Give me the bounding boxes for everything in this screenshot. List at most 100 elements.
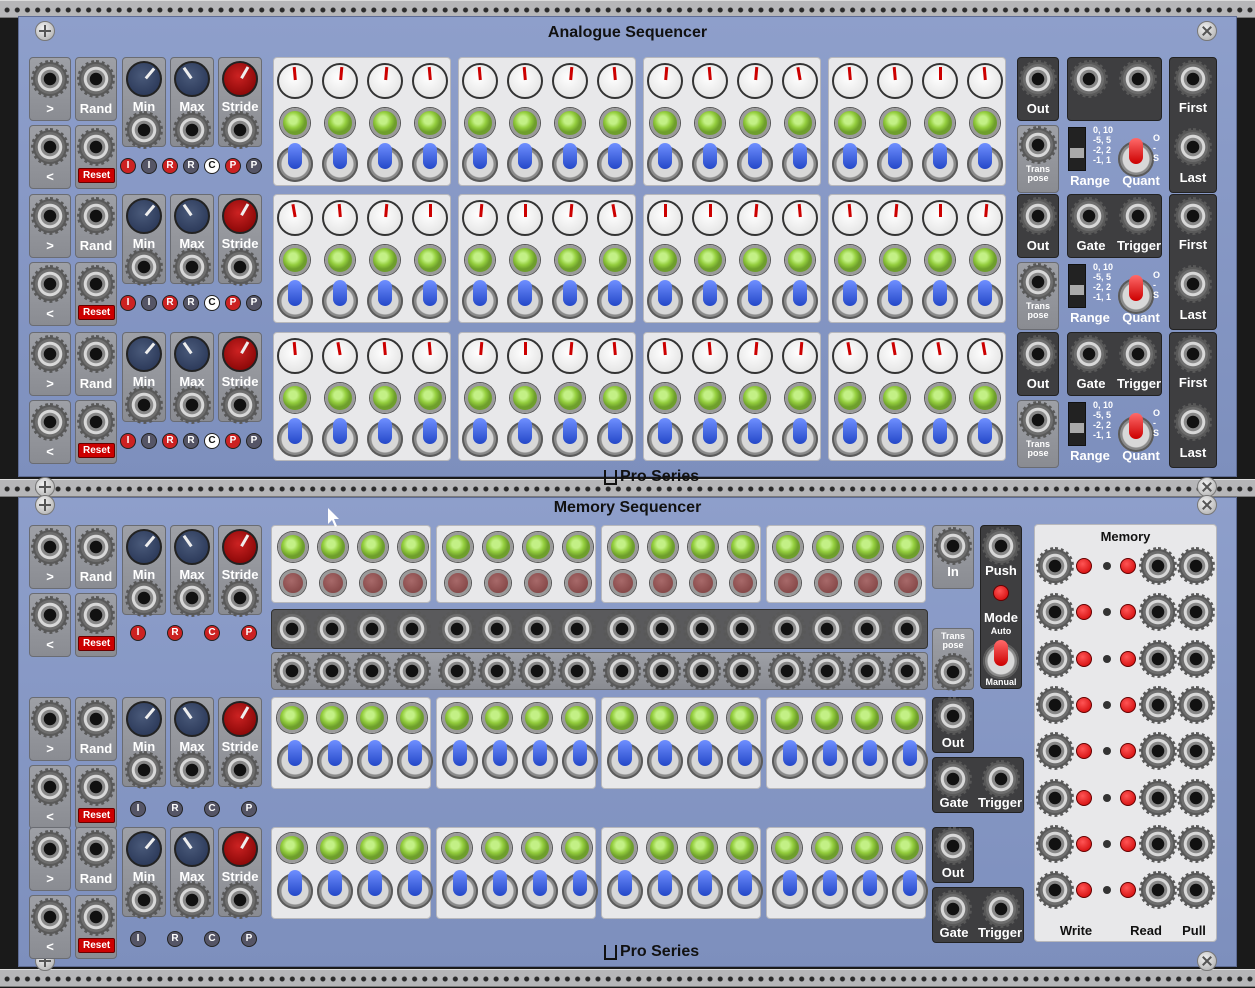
step-gate-button[interactable] <box>277 703 307 733</box>
step-gate-button[interactable] <box>650 383 680 413</box>
step-toggle-switch[interactable] <box>357 873 393 909</box>
step-cv-knob[interactable] <box>367 200 403 236</box>
step-out-jack[interactable] <box>560 612 594 646</box>
trigger-jack[interactable] <box>1121 62 1155 96</box>
step-cv-knob[interactable] <box>552 63 588 99</box>
step-gate-button[interactable] <box>852 833 882 863</box>
write-jack[interactable] <box>1038 873 1072 907</box>
mode-tag[interactable]: R <box>162 295 178 311</box>
step-gate-button[interactable] <box>813 532 843 562</box>
max-knob[interactable] <box>174 198 210 234</box>
step-cv-knob[interactable] <box>277 63 313 99</box>
step-toggle-switch[interactable] <box>812 743 848 779</box>
step-cv-knob[interactable] <box>322 63 358 99</box>
step-record-button[interactable] <box>565 570 591 596</box>
step-toggle-switch[interactable] <box>877 283 913 319</box>
write-jack[interactable] <box>1038 827 1072 861</box>
step-toggle-switch[interactable] <box>412 146 448 182</box>
min-cv-jack[interactable] <box>127 581 161 615</box>
mode-tag[interactable]: R <box>183 433 199 449</box>
step-gate-button[interactable] <box>728 532 758 562</box>
step-gate-button[interactable] <box>812 703 842 733</box>
step-gate-button[interactable] <box>925 245 955 275</box>
step-gate-button[interactable] <box>357 833 387 863</box>
step-gate-button[interactable] <box>522 833 552 863</box>
mode-tag[interactable]: C <box>204 801 220 817</box>
step-out-jack[interactable] <box>685 612 719 646</box>
step-toggle-switch[interactable] <box>772 873 808 909</box>
min-knob[interactable] <box>126 529 162 565</box>
step-cv-knob[interactable] <box>877 63 913 99</box>
forward-jack[interactable] <box>33 199 67 233</box>
step-gate-button[interactable] <box>317 833 347 863</box>
step-out-jack[interactable] <box>810 612 844 646</box>
write-jack[interactable] <box>1038 549 1072 583</box>
step-cv-knob[interactable] <box>322 338 358 374</box>
step-gate-button[interactable] <box>443 532 473 562</box>
gate-jack[interactable] <box>1072 199 1106 233</box>
step-gate-button[interactable] <box>695 383 725 413</box>
step-cv-knob[interactable] <box>967 63 1003 99</box>
step-in-jack[interactable] <box>605 654 639 688</box>
min-knob[interactable] <box>126 336 162 372</box>
step-record-button[interactable] <box>610 570 636 596</box>
step-gate-button[interactable] <box>687 703 717 733</box>
step-cv-knob[interactable] <box>597 338 633 374</box>
step-in-jack[interactable] <box>520 654 554 688</box>
step-gate-button[interactable] <box>442 703 472 733</box>
stride-cv-jack[interactable] <box>223 581 257 615</box>
step-record-button[interactable] <box>400 570 426 596</box>
max-cv-jack[interactable] <box>175 250 209 284</box>
step-gate-button[interactable] <box>852 703 882 733</box>
step-cv-knob[interactable] <box>922 200 958 236</box>
step-toggle-switch[interactable] <box>832 421 868 457</box>
min-cv-jack[interactable] <box>127 250 161 284</box>
min-knob[interactable] <box>126 831 162 867</box>
pull-jack[interactable] <box>1179 549 1213 583</box>
back-jack[interactable] <box>33 598 67 632</box>
step-in-jack[interactable] <box>725 654 759 688</box>
step-gate-button[interactable] <box>510 108 540 138</box>
step-gate-button[interactable] <box>772 833 802 863</box>
step-cv-knob[interactable] <box>277 200 313 236</box>
step-gate-button[interactable] <box>785 245 815 275</box>
max-knob[interactable] <box>174 831 210 867</box>
step-toggle-switch[interactable] <box>892 743 928 779</box>
step-toggle-switch[interactable] <box>737 283 773 319</box>
step-out-jack[interactable] <box>480 612 514 646</box>
step-out-jack[interactable] <box>395 612 429 646</box>
step-out-jack[interactable] <box>725 612 759 646</box>
last-jack[interactable] <box>1176 267 1210 301</box>
mode-tag[interactable]: I <box>120 158 136 174</box>
stride-knob[interactable] <box>222 198 258 234</box>
max-cv-jack[interactable] <box>175 753 209 787</box>
mode-tag[interactable]: P <box>246 295 262 311</box>
pull-jack[interactable] <box>1179 734 1213 768</box>
step-cv-knob[interactable] <box>277 338 313 374</box>
step-toggle-switch[interactable] <box>812 873 848 909</box>
mode-tag[interactable]: P <box>241 625 257 641</box>
step-gate-button[interactable] <box>695 245 725 275</box>
step-toggle-switch[interactable] <box>877 146 913 182</box>
gate-jack[interactable] <box>1072 337 1106 371</box>
step-toggle-switch[interactable] <box>782 283 818 319</box>
step-record-button[interactable] <box>690 570 716 596</box>
out-jack[interactable] <box>1021 62 1055 96</box>
reset-button[interactable]: Reset <box>78 305 115 320</box>
stride-knob[interactable] <box>222 529 258 565</box>
step-toggle-switch[interactable] <box>832 283 868 319</box>
step-gate-button[interactable] <box>853 532 883 562</box>
mode-tag[interactable]: C <box>204 625 220 641</box>
stride-cv-jack[interactable] <box>223 883 257 917</box>
step-gate-button[interactable] <box>650 245 680 275</box>
step-record-button[interactable] <box>320 570 346 596</box>
reset-button[interactable]: Reset <box>78 636 115 651</box>
step-record-button[interactable] <box>445 570 471 596</box>
rand-jack[interactable] <box>79 832 113 866</box>
last-jack[interactable] <box>1176 130 1210 164</box>
mode-tag[interactable]: R <box>167 625 183 641</box>
min-cv-jack[interactable] <box>127 753 161 787</box>
step-record-button[interactable] <box>815 570 841 596</box>
step-toggle-switch[interactable] <box>692 421 728 457</box>
mode-tag[interactable]: R <box>162 158 178 174</box>
